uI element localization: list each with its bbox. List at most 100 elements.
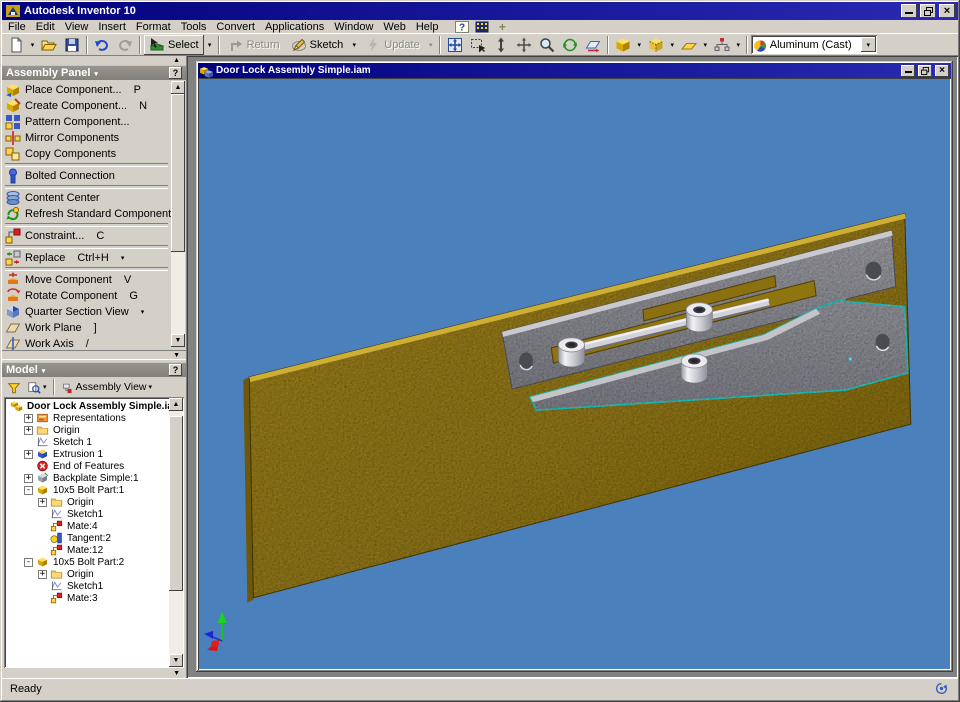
ground-shadow-dropdown[interactable]: ▾ [701,35,710,55]
menu-file[interactable]: File [3,20,31,33]
assembly-panel-help-button[interactable]: ? [169,67,182,79]
expand-icon[interactable]: + [24,450,33,459]
menu-applications[interactable]: Applications [260,20,329,33]
hidden-edge-display-button[interactable] [645,35,667,55]
assembly-panel-item-replace[interactable]: ReplaceCtrl+H▾ [5,250,168,266]
tree-node-sketch-1[interactable]: Sketch 1 [8,436,167,448]
bolt-part-2[interactable] [686,303,712,332]
tree-node-tangent-2[interactable]: Tangent:2 [8,532,167,544]
tree-node-origin[interactable]: +Origin [8,496,167,508]
help-topics-button[interactable]: ? [453,20,471,33]
analysis-dropdown[interactable]: ▾ [734,35,743,55]
menu-help[interactable]: Help [411,20,444,33]
menu-insert[interactable]: Insert [93,20,131,33]
dock-scroll-down[interactable]: ▼ [2,670,186,678]
assembly-panel-item-constraint[interactable]: Constraint...C [5,228,168,244]
expand-icon[interactable]: + [38,498,47,507]
panel-scroll-down[interactable]: ▼ [2,350,186,359]
tree-node-mate-3[interactable]: Mate:3 [8,592,167,604]
assembly-panel-item-copy-components[interactable]: Copy Components [5,146,168,162]
tree-node-sketch1[interactable]: Sketch1 [8,508,167,520]
tree-node-door-lock-assembly-simple-iam[interactable]: Door Lock Assembly Simple.iam [8,400,167,412]
assembly-panel-item-mirror-components[interactable]: Mirror Components [5,130,168,146]
menu-format[interactable]: Format [131,20,176,33]
model-panel-header[interactable]: Model ▾ ? [2,362,186,377]
material-combobox[interactable]: Aluminum (Cast) ▾ [751,35,877,54]
viewport-3d[interactable] [198,78,951,670]
scroll-thumb[interactable] [171,94,185,252]
tree-node-extrusion-1[interactable]: +Extrusion 1 [8,448,167,460]
menu-edit[interactable]: Edit [31,20,60,33]
expand-icon[interactable]: + [24,474,33,483]
minimize-button[interactable] [901,4,917,18]
shaded-display-dropdown[interactable]: ▾ [635,35,644,55]
tree-node-sketch1[interactable]: Sketch1 [8,580,167,592]
zoom-button[interactable] [490,35,512,55]
scroll-up-button[interactable]: ▲ [169,398,183,411]
document-close-button[interactable]: × [935,65,949,77]
update-button[interactable]: Update [360,35,424,55]
analysis-button[interactable] [711,35,733,55]
new-dropdown[interactable]: ▾ [28,35,37,55]
bolt-part-1[interactable] [558,338,584,367]
document-minimize-button[interactable] [901,65,915,77]
sketch-dropdown[interactable]: ▾ [349,35,359,55]
menu-tools[interactable]: Tools [176,20,212,33]
tree-node-10x5-bolt-part-1[interactable]: -10x5 Bolt Part:1 [8,484,167,496]
expand-icon[interactable]: + [38,570,47,579]
assembly-panel-item-quarter-section-view[interactable]: Quarter Section View▾ [5,304,168,320]
rotate-button[interactable] [559,35,581,55]
document-restore-button[interactable] [918,65,932,77]
scroll-up-button[interactable]: ▲ [171,81,185,94]
return-button[interactable]: Return [223,35,285,55]
ground-shadow-button[interactable] [678,35,700,55]
zoom-select-button[interactable] [536,35,558,55]
panel-scroll-up[interactable]: ▲ [2,56,186,65]
assembly-panel-item-bolted-connection[interactable]: Bolted Connection [5,168,168,184]
hidden-edge-display-dropdown[interactable]: ▾ [668,35,677,55]
assembly-panel-item-work-plane[interactable]: Work Plane] [5,320,168,336]
sketch-button[interactable]: Sketch [286,35,349,55]
expand-icon[interactable]: + [24,414,33,423]
tree-node-origin[interactable]: +Origin [8,424,167,436]
menu-web[interactable]: Web [378,20,410,33]
collapse-icon[interactable]: - [24,486,33,495]
open-button[interactable] [38,35,60,55]
pan-button[interactable] [513,35,535,55]
assembly-panel-item-work-axis[interactable]: Work Axis/ [5,336,168,350]
assembly-panel-header[interactable]: Assembly Panel ▾ ? [2,65,186,80]
scroll-down-button[interactable]: ▼ [171,334,185,347]
restore-button[interactable] [920,4,936,18]
tree-node-representations[interactable]: +Representations [8,412,167,424]
assembly-panel-item-rotate-component[interactable]: Rotate ComponentG [5,288,168,304]
expand-icon[interactable]: + [24,426,33,435]
document-title-bar[interactable]: Door Lock Assembly Simple.iam × [198,63,951,78]
close-button[interactable]: × [939,4,955,18]
zoom-window-button[interactable] [467,35,489,55]
bolt-part-3[interactable] [681,354,707,383]
material-dropdown[interactable]: ▾ [861,37,876,52]
whats-new-button[interactable] [473,20,491,33]
model-tree-scrollbar[interactable]: ▲ ▼ [169,398,183,667]
collapse-icon[interactable]: - [24,558,33,567]
scroll-thumb[interactable] [169,416,183,591]
tree-node-mate-12[interactable]: Mate:12 [8,544,167,556]
assembly-panel-item-pattern-component[interactable]: Pattern Component... [5,114,168,130]
tree-node-10x5-bolt-part-2[interactable]: -10x5 Bolt Part:2 [8,556,167,568]
save-button[interactable] [61,35,83,55]
look-at-button[interactable] [582,35,604,55]
menu-view[interactable]: View [60,20,94,33]
scroll-down-button[interactable]: ▼ [169,654,183,667]
scroll-track[interactable] [171,94,185,334]
update-dropdown[interactable]: ▾ [426,35,436,55]
select-dropdown[interactable]: ▾ [205,35,215,55]
tree-node-mate-4[interactable]: Mate:4 [8,520,167,532]
shaded-display-button[interactable] [612,35,634,55]
new-button[interactable] [5,35,27,55]
tree-node-backplate-simple-1[interactable]: +Backplate Simple:1 [8,472,167,484]
zoom-all-button[interactable] [444,35,466,55]
tree-node-end-of-features[interactable]: End of Features [8,460,167,472]
assembly-panel-item-place-component[interactable]: Place Component...P [5,82,168,98]
assembly-panel-item-content-center[interactable]: Content Center [5,190,168,206]
view-selector[interactable]: Assembly View ▾ [59,378,155,396]
